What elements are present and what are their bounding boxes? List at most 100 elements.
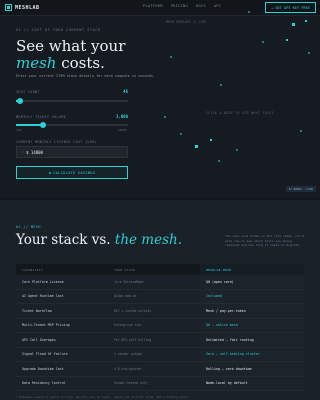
seat-count-slider[interactable] — [16, 98, 128, 104]
seat-count-value: 46 — [123, 89, 128, 94]
table-header: CAPABILITY YOUR STACK MESHLAB MESH — [16, 264, 304, 275]
row-capability: Signal Flood Of Failure — [22, 352, 68, 357]
mesh-node[interactable] — [248, 11, 250, 13]
mesh-node[interactable] — [195, 145, 198, 148]
row-capability: Upgrade Downtime Cost — [22, 366, 64, 371]
nav-links: PLATFORM PRICING DOCS API — [143, 4, 221, 8]
get-api-key-button[interactable]: → GET API KEY FREE — [265, 2, 316, 13]
hero-title-line1: See what your — [16, 37, 126, 55]
compare-title-accent: the mesh. — [114, 232, 182, 248]
row-your-stack: Per-API-call billing — [114, 337, 152, 342]
row-your-stack: DIY + custom scripts — [114, 308, 152, 313]
table-row[interactable]: AI Agent Runtime Cost AIOps add-on Include… — [16, 289, 304, 304]
hero-title-rest: costs. — [61, 54, 105, 72]
table-row[interactable]: Ticket Workflow DIY + custom scripts Mesh … — [16, 304, 304, 319]
compare-title-part: Your stack vs. — [16, 232, 111, 248]
row-capability: Ticket Workflow — [22, 308, 52, 313]
row-mesh-value: Unlimited — fair routing — [200, 333, 304, 347]
license-cost-input[interactable]: › $ 14800 — [16, 146, 128, 158]
column-header-capability: CAPABILITY — [22, 267, 44, 272]
top-nav: MESHLAB PLATFORM PRICING DOCS API → GET … — [0, 0, 320, 16]
mesh-node[interactable] — [218, 160, 220, 162]
ticket-volume-max: 50000 — [118, 128, 127, 132]
mesh-center-label: CLICK A NODE TO SEE WHAT FAILS — [206, 111, 274, 115]
row-mesh-value: Rolling — zero downtime — [200, 362, 304, 376]
mesh-caption: MESH TOPOLOGY // LIVE — [166, 20, 207, 24]
column-header-your-stack: YOUR STACK — [114, 267, 136, 272]
license-cost-label: CURRENT MONTHLY LICENSE COST (USD) — [16, 140, 98, 144]
row-capability: Core Platform License — [22, 279, 64, 284]
seat-count-handle[interactable] — [17, 98, 24, 104]
ticket-volume-handle[interactable] — [39, 122, 46, 128]
mesh-node[interactable] — [286, 39, 288, 41]
row-your-stack: Vendor-hosted only — [114, 381, 148, 386]
row-capability: Multi-Tenant MSP Pricing — [22, 323, 70, 328]
sparkle-icon: ◆ — [48, 170, 52, 175]
brand-name: MESHLAB — [15, 4, 40, 11]
hero-eyebrow: 01 // COST OF YOUR CURRENT STACK — [16, 28, 101, 32]
table-row[interactable]: Upgrade Downtime Cost 4-8 hrs/quarter Roll… — [16, 362, 304, 377]
comparison-table: CAPABILITY YOUR STACK MESHLAB MESH Core … — [16, 264, 304, 391]
row-mesh-value: Node-local by default — [200, 376, 304, 390]
ticket-volume-value: 3,000 — [115, 114, 128, 119]
row-your-stack: 1 vendor outage — [114, 352, 142, 357]
nav-link-pricing[interactable]: PRICING — [171, 4, 188, 8]
mesh-node[interactable] — [220, 84, 222, 86]
hero-title: See what your mesh costs. — [16, 38, 125, 72]
mesh-node[interactable] — [180, 133, 182, 135]
nav-link-api[interactable]: API — [214, 4, 221, 8]
row-capability: API Call Overages — [22, 337, 56, 342]
comparison-section: 02 // MESH Your stack vs. the mesh. The … — [0, 200, 320, 400]
table-row[interactable]: API Call Overages Per-API-call billing Unl… — [16, 333, 304, 348]
mesh-node[interactable] — [164, 116, 166, 118]
mesh-node[interactable] — [262, 41, 264, 43]
row-capability: Data Residency Control — [22, 381, 66, 386]
calculate-savings-label: CALCULATE SAVINGS — [53, 170, 96, 175]
hero-title-accent: mesh — [16, 54, 57, 72]
mesh-node[interactable] — [305, 20, 307, 22]
compare-title: Your stack vs. the mesh. — [16, 232, 182, 248]
row-mesh-value: $0 (open core) — [200, 275, 304, 289]
chevron-right-icon: › — [22, 150, 25, 154]
row-mesh-value: Mesh / pay-per-token — [200, 304, 304, 318]
table-row[interactable]: Data Residency Control Vendor-hosted only… — [16, 376, 304, 391]
row-capability: AI Agent Runtime Cost — [22, 294, 64, 299]
table-row[interactable]: Multi-Tenant MSP Pricing Enterprise tier $… — [16, 318, 304, 333]
row-your-stack: AIOps add-on — [114, 294, 137, 299]
brand-logo[interactable]: MESHLAB — [5, 4, 40, 11]
table-row[interactable]: Core Platform License Jira ServiceMgmt $0 … — [16, 275, 304, 290]
row-mesh-value: Zero — self-healing cluster — [200, 347, 304, 361]
hero-subtitle: Enter your current ITSM stack details fo… — [16, 74, 156, 78]
mesh-node[interactable] — [236, 149, 238, 151]
ticket-volume-label: MONTHLY TICKET VOLUME — [16, 115, 67, 119]
get-api-key-label: GET API KEY FREE — [275, 5, 310, 10]
calculate-savings-button[interactable]: ◆ CALCULATE SAVINGS — [16, 166, 128, 179]
mesh-node[interactable] — [170, 56, 172, 58]
mesh-node[interactable] — [308, 52, 310, 54]
compare-subtitle: The real cost hides in the line items. C… — [225, 234, 305, 247]
seat-count-label: SEAT COUNT — [16, 90, 40, 94]
footnote: * Estimates based on public pricing. Res… — [16, 395, 190, 399]
table-row[interactable]: Signal Flood Of Failure 1 vendor outage Ze… — [16, 347, 304, 362]
row-your-stack: Enterprise tier — [114, 323, 142, 328]
row-your-stack: 4-8 hrs/quarter — [114, 366, 142, 371]
table-body: Core Platform License Jira ServiceMgmt $0 … — [16, 275, 304, 391]
ticket-volume-slider[interactable] — [16, 122, 128, 128]
license-cost-value: $ 14800 — [26, 149, 43, 155]
ticket-volume-fill — [16, 124, 43, 126]
mesh-node[interactable] — [292, 23, 295, 26]
hero-section: 01 // COST OF YOUR CURRENT STACK See wha… — [0, 11, 320, 198]
row-mesh-value: $0 — native mesh — [200, 318, 304, 332]
logo-icon — [5, 4, 12, 11]
column-header-mesh: MESHLAB MESH — [200, 264, 304, 275]
row-your-stack: Jira ServiceMgmt — [114, 279, 144, 284]
mesh-status-badge: 47 NODES · LIVE — [285, 186, 316, 192]
mesh-node[interactable] — [300, 130, 302, 132]
nav-link-platform[interactable]: PLATFORM — [143, 4, 163, 8]
mesh-node[interactable] — [210, 139, 212, 141]
compare-eyebrow: 02 // MESH — [16, 225, 41, 229]
ticket-volume-min: 100 — [16, 128, 22, 132]
arrow-right-icon: → — [271, 5, 274, 10]
nav-link-docs[interactable]: DOCS — [196, 4, 206, 8]
row-mesh-value: Included — [200, 289, 304, 303]
